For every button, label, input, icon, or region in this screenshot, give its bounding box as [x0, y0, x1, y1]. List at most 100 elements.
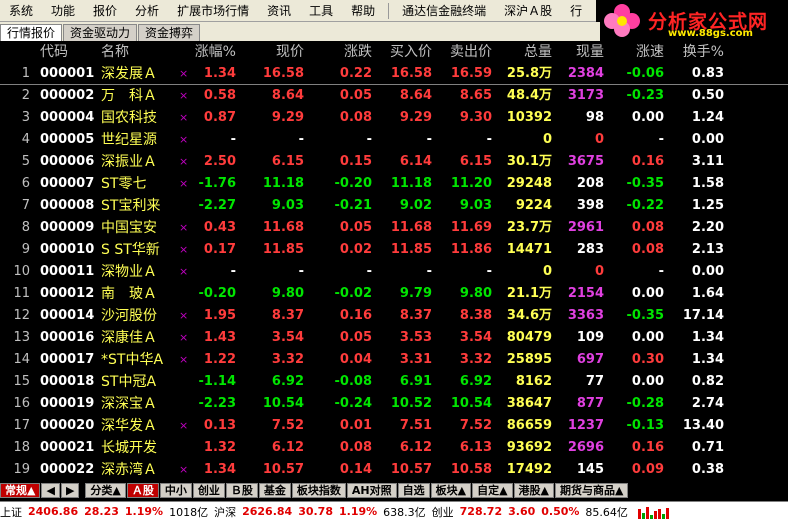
turnover: 1.25: [691, 198, 724, 213]
current-volume: 2384: [567, 66, 604, 81]
table-row[interactable]: 4 000005 世纪星源 × - - - - - 0 0 - 0.00: [0, 129, 788, 151]
bid-price: 3.31: [399, 352, 432, 367]
volume: 29248: [506, 176, 552, 191]
table-row[interactable]: 5 000006 深振业Ａ × 2.50 6.15 0.15 6.14 6.15 30.1万 367…: [0, 151, 788, 173]
hs-amount: 638.3亿: [383, 505, 426, 519]
table-row[interactable]: 10 000011 深物业Ａ × - - - - - 0 0 - 0.00: [0, 261, 788, 283]
bottom-tab[interactable]: 自定▲: [472, 483, 513, 498]
last-price: 8.37: [271, 308, 304, 323]
bid-price: 9.29: [399, 110, 432, 125]
col-header-vol[interactable]: 总量: [496, 41, 552, 63]
volume: 8162: [515, 374, 552, 389]
menu-item[interactable]: 报价: [84, 0, 126, 22]
col-header-price[interactable]: 现价: [240, 41, 304, 63]
bottom-tab[interactable]: AH对照: [346, 483, 397, 498]
current-volume: 98: [585, 110, 604, 125]
tab-3[interactable]: 资金搏弈: [138, 24, 201, 41]
table-row[interactable]: 17 000020 深华发Ａ × 0.13 7.52 0.01 7.51 7.52 86659 12…: [0, 415, 788, 437]
margin-mark: ×: [179, 309, 189, 322]
stock-code: 000005: [40, 132, 95, 147]
change: 0.08: [339, 110, 372, 125]
bottom-tab[interactable]: Ａ股: [126, 483, 159, 498]
table-row[interactable]: 3 000004 国农科技 × 0.87 9.29 0.08 9.29 9.30 10392 98 0…: [0, 107, 788, 129]
table-row[interactable]: 18 000021 长城开发 1.32 6.12 0.08 6.12 6.13 93692 269…: [0, 437, 788, 459]
hs-chg: 30.78: [298, 505, 333, 518]
bottom-tab[interactable]: Ｂ股: [225, 483, 258, 498]
bottom-tab[interactable]: 港股▲: [513, 483, 555, 498]
bottom-tab[interactable]: 创业: [192, 483, 225, 498]
turnover: 17.14: [682, 308, 724, 323]
change-pct: -1.76: [198, 176, 236, 191]
speed: 0.30: [631, 352, 664, 367]
menu-item[interactable]: 分析: [126, 0, 168, 22]
menu-item[interactable]: 帮助: [342, 0, 384, 22]
speed: 0.00: [631, 110, 664, 125]
ask-price: 7.52: [459, 418, 492, 433]
menu-item[interactable]: 深沪Ａ股: [495, 0, 561, 22]
col-header-bid[interactable]: 买入价: [376, 41, 432, 63]
col-header-ask[interactable]: 卖出价: [436, 41, 492, 63]
row-index: 16: [13, 396, 30, 411]
margin-mark: ×: [179, 265, 189, 278]
bid-price: 8.37: [399, 308, 432, 323]
col-header-spd[interactable]: 涨速: [608, 41, 664, 63]
table-row[interactable]: 13 000016 深康佳Ａ × 1.43 3.54 0.05 3.53 3.54 80479 10…: [0, 327, 788, 349]
table-row[interactable]: 7 000008 ST宝利来 -2.27 9.03 -0.21 9.02 9.03 9224 39…: [0, 195, 788, 217]
table-row[interactable]: 8 000009 中国宝安 × 0.43 11.68 0.05 11.68 11.69 23.7万…: [0, 217, 788, 239]
current-volume: 145: [576, 462, 604, 477]
menu-item[interactable]: 资讯: [258, 0, 300, 22]
table-row[interactable]: 12 000014 沙河股份 × 1.95 8.37 0.16 8.37 8.38 34.6万 33…: [0, 305, 788, 327]
row-index: 18: [13, 440, 30, 455]
bottom-tab[interactable]: ◀: [41, 483, 60, 498]
row-index: 4: [21, 132, 30, 147]
bid-price: 11.68: [390, 220, 432, 235]
stock-code: 000004: [40, 110, 95, 125]
stock-name: 万 科Ａ: [101, 88, 157, 104]
menu-item[interactable]: 系统: [0, 0, 42, 22]
table-row[interactable]: 2 000002 万 科Ａ × 0.58 8.64 0.05 8.64 8.65 48.4万 317…: [0, 85, 788, 107]
menu-item[interactable]: 功能: [42, 0, 84, 22]
table-row[interactable]: 6 000007 ST零七 × -1.76 11.18 -0.20 11.18 11.20 292…: [0, 173, 788, 195]
table-row[interactable]: 16 000019 深深宝Ａ -2.23 10.54 -0.24 10.52 10.54 386…: [0, 393, 788, 415]
bottom-tab[interactable]: 常规▲: [0, 483, 41, 498]
table-row[interactable]: 14 000017 *ST中华A × 1.22 3.32 0.04 3.31 3.32 25895…: [0, 349, 788, 371]
bid-price: 6.91: [399, 374, 432, 389]
col-header-name[interactable]: 名称: [101, 41, 171, 63]
menu-item[interactable]: 扩展市场行情: [168, 0, 258, 22]
last-price: -: [298, 264, 304, 279]
col-header-turn[interactable]: 换手%: [670, 41, 724, 63]
bottom-tab[interactable]: 板块指数: [291, 483, 346, 498]
turnover: 13.40: [682, 418, 724, 433]
cy-label: 创业: [431, 505, 454, 519]
table-row[interactable]: 15 000018 ST中冠A -1.14 6.92 -0.08 6.91 6.92 8162 7…: [0, 371, 788, 393]
table-row[interactable]: 11 000012 南 玻Ａ -0.20 9.80 -0.02 9.79 9.80 21.1万 2…: [0, 283, 788, 305]
last-price: 10.57: [262, 462, 304, 477]
bottom-tab[interactable]: ▶: [60, 483, 80, 498]
volume: 0: [542, 264, 552, 279]
table-row[interactable]: 1 000001 深发展Ａ × 1.34 16.58 0.22 16.58 16.59 25.8万…: [0, 63, 788, 85]
last-price: 3.32: [271, 352, 304, 367]
bottom-tab[interactable]: 中小: [159, 483, 192, 498]
stock-code: 000016: [40, 330, 95, 345]
table-row[interactable]: 19 000022 深赤湾Ａ × 1.34 10.57 0.14 10.57 10.58 1749…: [0, 459, 788, 479]
tab-2[interactable]: 资金驱动力: [63, 24, 138, 41]
col-header-chg[interactable]: 涨跌: [310, 41, 372, 63]
ask-price: 8.65: [459, 88, 492, 103]
bottom-tab[interactable]: 基金: [258, 483, 291, 498]
bottom-tab[interactable]: 自选: [397, 483, 430, 498]
col-header-code[interactable]: 代码: [40, 41, 100, 63]
stock-name: 深华发Ａ: [101, 418, 157, 434]
menu-item[interactable]: 行: [561, 0, 591, 22]
bottom-tab[interactable]: 期货与商品▲: [555, 483, 629, 498]
col-header-pct[interactable]: 涨幅%: [190, 41, 236, 63]
bid-price: 10.57: [390, 462, 432, 477]
menu-item[interactable]: 通达信金融终端: [393, 0, 495, 22]
change: -0.08: [334, 374, 372, 389]
menu-item[interactable]: 工具: [300, 0, 342, 22]
bottom-tab[interactable]: 板块▲: [430, 483, 472, 498]
bottom-tab[interactable]: 分类▲: [85, 483, 126, 498]
col-header-cur[interactable]: 现量: [556, 41, 604, 63]
stock-name: 国农科技: [101, 110, 157, 126]
table-row[interactable]: 9 000010 S ST华新 × 0.17 11.85 0.02 11.85 11.86 144…: [0, 239, 788, 261]
tab-1[interactable]: 行情报价: [0, 24, 63, 41]
